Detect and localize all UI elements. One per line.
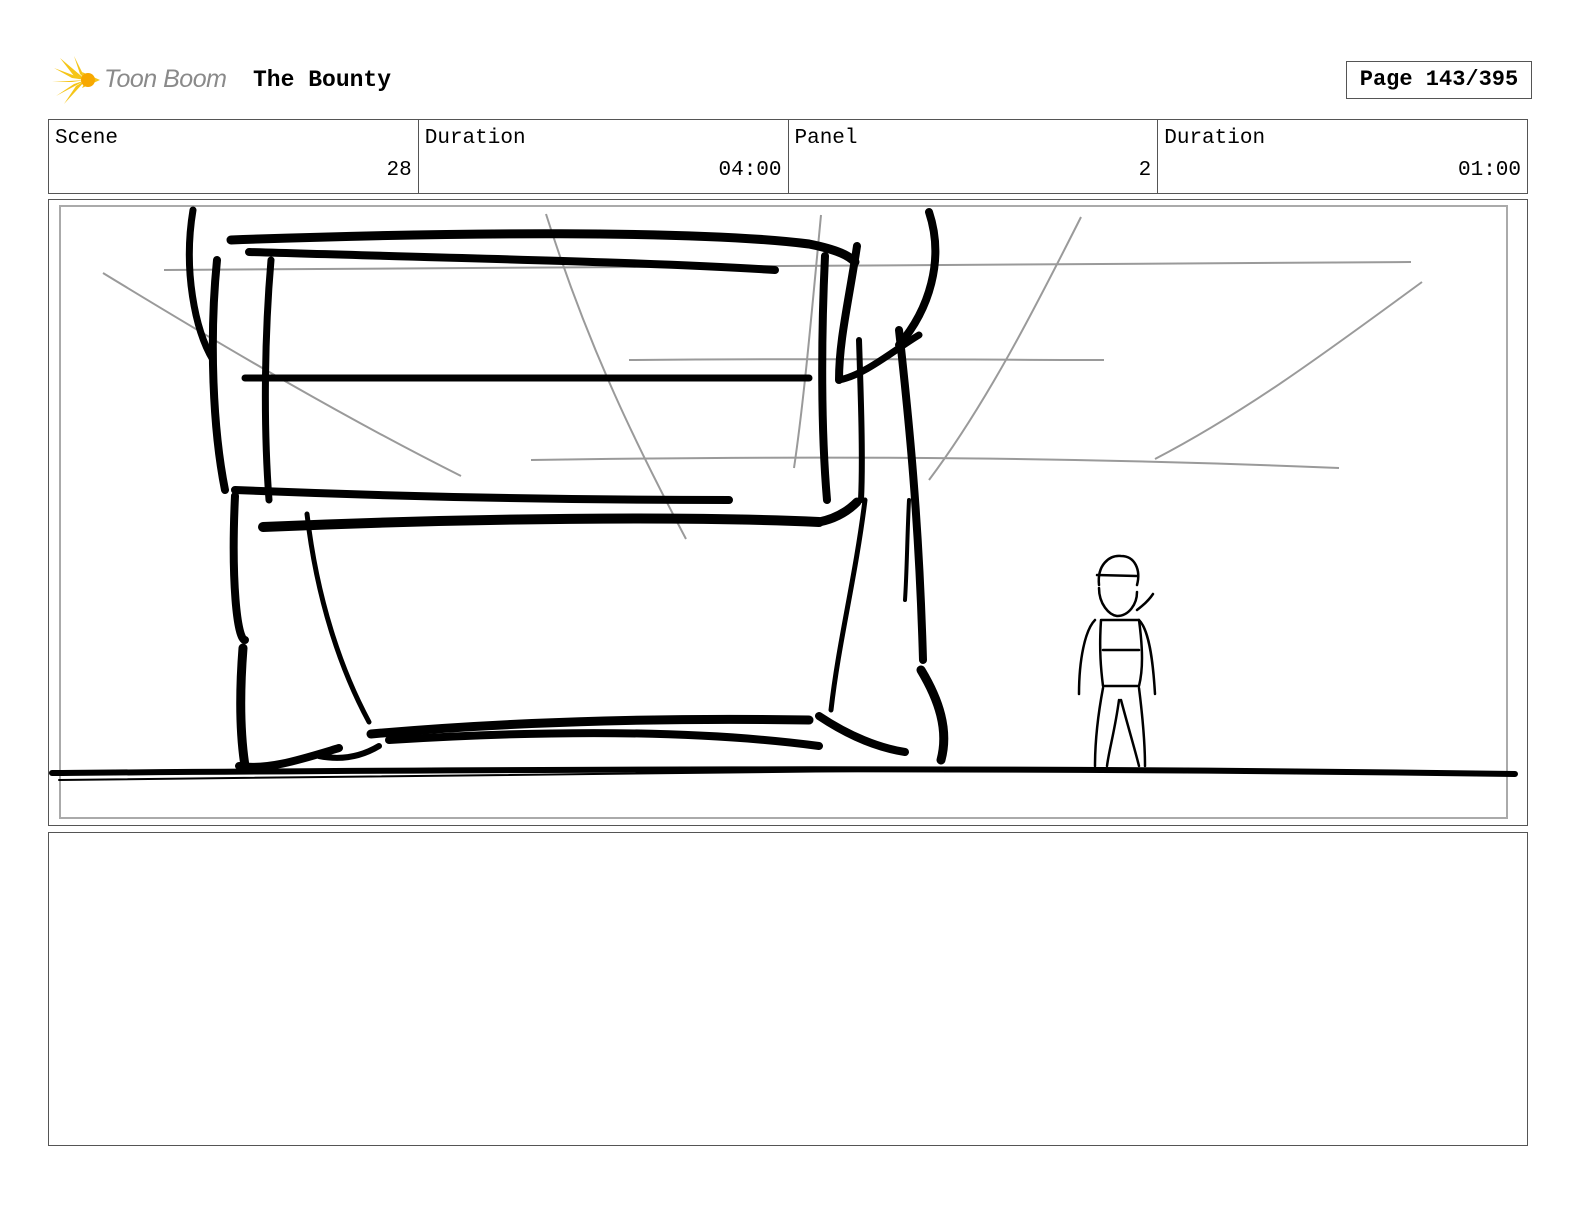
storyboard-panel bbox=[48, 199, 1528, 826]
notes-box bbox=[48, 832, 1528, 1146]
toon-boom-logo: Toon Boom bbox=[52, 54, 242, 108]
project-title: The Bounty bbox=[253, 67, 392, 93]
safe-area-frame bbox=[59, 205, 1508, 819]
panel-cell: Panel 2 bbox=[789, 120, 1159, 193]
logo-wordmark: Toon Boom bbox=[104, 65, 227, 93]
scene-label: Scene bbox=[55, 127, 119, 150]
storyboard-sketch bbox=[49, 205, 1518, 819]
page-header: Toon Boom The Bounty Page 143/395 bbox=[52, 54, 1532, 108]
scene-duration-label: Duration bbox=[424, 127, 526, 150]
page-number: Page 143/395 bbox=[1346, 61, 1532, 99]
panel-label: Panel bbox=[794, 127, 858, 150]
character-figure bbox=[1077, 554, 1157, 768]
scene-duration-cell: Duration 04:00 bbox=[419, 120, 789, 193]
large-box-sketch bbox=[185, 206, 949, 771]
starburst-icon bbox=[52, 56, 100, 104]
scene-value: 28 bbox=[386, 159, 412, 182]
panel-duration-cell: Duration 01:00 bbox=[1158, 120, 1527, 193]
panel-info-row: Scene 28 Duration 04:00 Panel 2 Duration… bbox=[48, 119, 1528, 194]
panel-value: 2 bbox=[1138, 159, 1152, 182]
panel-duration-value: 01:00 bbox=[1457, 159, 1521, 182]
panel-duration-label: Duration bbox=[1164, 127, 1266, 150]
scene-cell: Scene 28 bbox=[49, 120, 419, 193]
scene-duration-value: 04:00 bbox=[718, 159, 782, 182]
